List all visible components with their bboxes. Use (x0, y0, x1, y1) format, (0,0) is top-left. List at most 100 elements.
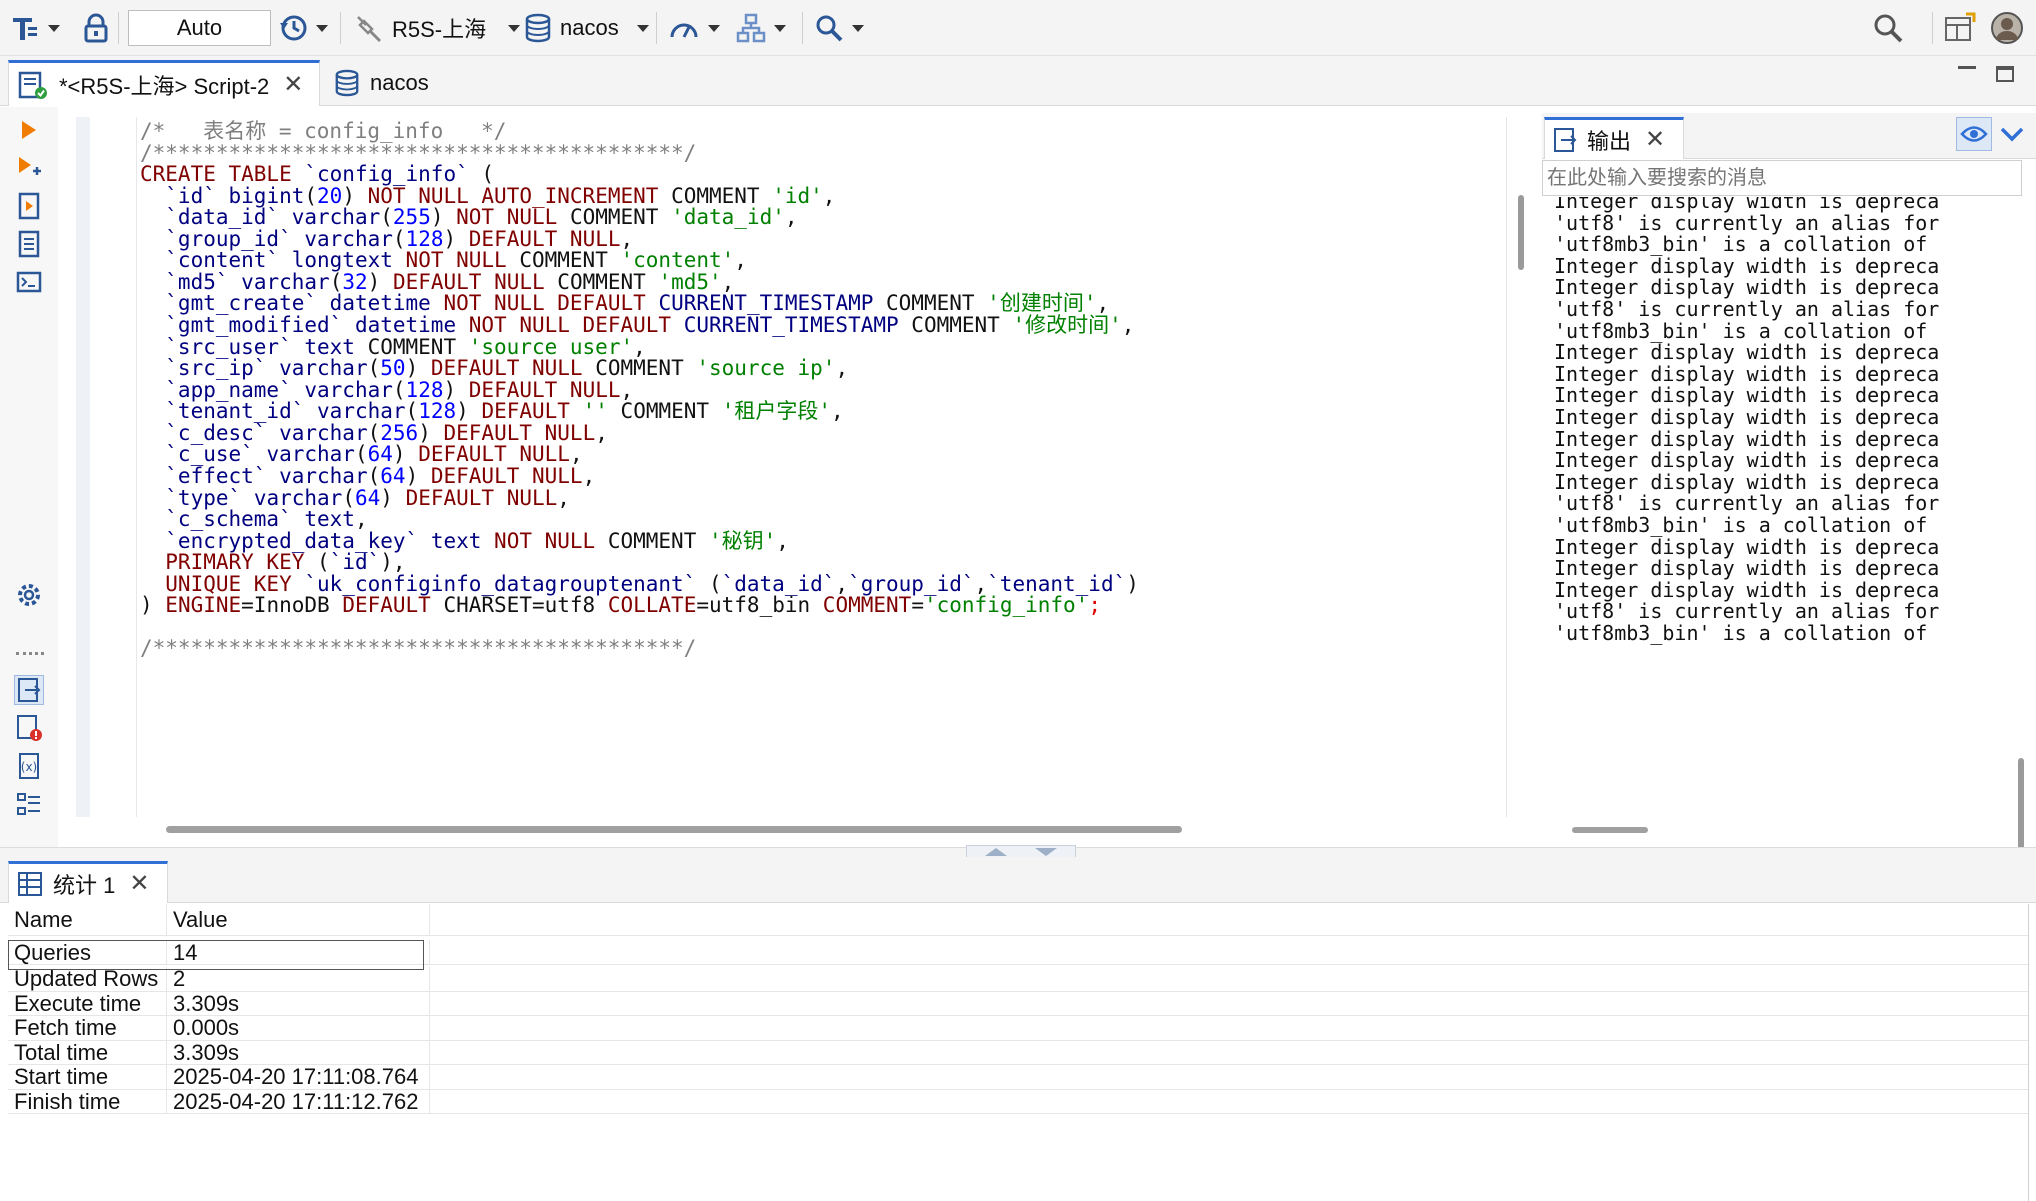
more-dots-icon[interactable] (16, 652, 44, 656)
tab-output[interactable]: 输出 ✕ (1544, 117, 1684, 159)
execute-statement-button[interactable] (14, 115, 44, 145)
execute-in-new-tab-button[interactable] (14, 153, 44, 183)
code-token: 'config_info' (923, 593, 1089, 618)
close-icon[interactable]: ✕ (283, 70, 303, 99)
database-selector[interactable]: nacos (524, 0, 649, 56)
row-name-cell[interactable]: Execute time (8, 991, 167, 1016)
show-output-button[interactable] (14, 675, 44, 705)
table-row[interactable]: Total time 3.309s (8, 1040, 2028, 1065)
output-log: Integer display width is depreca'utf8' i… (1554, 197, 2009, 927)
column-header-value[interactable]: Value (167, 904, 430, 936)
editor-horizontal-scrollbar[interactable] (166, 826, 1182, 833)
code-token: DEFAULT (342, 593, 431, 618)
collapse-up-icon[interactable] (985, 848, 1007, 856)
code-token: '租户字段' (721, 399, 831, 424)
show-log-button[interactable] (14, 713, 44, 743)
code-token: ) (1126, 571, 1139, 596)
svg-text:(x): (x) (21, 760, 37, 774)
database-label: nacos (560, 15, 619, 40)
row-name-cell[interactable]: Total time (8, 1040, 167, 1065)
row-name-cell[interactable]: Queries (8, 940, 167, 965)
close-icon[interactable]: ✕ (129, 869, 149, 898)
row-name-cell[interactable]: Start time (8, 1064, 167, 1090)
terminal-icon (16, 271, 42, 293)
user-avatar[interactable] (1990, 0, 2024, 56)
editor-margin-line (136, 117, 137, 817)
row-value-cell[interactable]: 2025-04-20 17:11:08.764 (167, 1064, 430, 1090)
grid-table-icon (18, 871, 42, 896)
row-name-cell[interactable]: Fetch time (8, 1015, 167, 1041)
code-token: , (557, 485, 570, 510)
global-search-icon (1874, 14, 1903, 43)
sql-format-icon (13, 18, 37, 40)
execute-script-button[interactable] (14, 191, 44, 221)
column-header-name[interactable]: Name (8, 904, 167, 936)
row-value-cell[interactable]: 3.309s (167, 991, 430, 1016)
code-token: COMMENT (822, 593, 912, 618)
play-new-tab-icon (19, 157, 41, 175)
output-search-input[interactable] (1542, 160, 2022, 196)
code-token: COMMENT (595, 528, 709, 553)
minimize-button[interactable] (1958, 66, 1976, 69)
transaction-mode-selector[interactable]: Auto (128, 10, 271, 46)
row-name-cell[interactable]: Finish time (8, 1089, 167, 1114)
toolbar-separator (802, 12, 803, 44)
network-button[interactable] (736, 0, 786, 56)
code-token: COMMENT (607, 399, 722, 424)
code-token: COMMENT (898, 313, 1013, 338)
connection-selector[interactable]: R5S-上海 (354, 0, 521, 56)
search-button[interactable] (814, 0, 864, 56)
output-menu-button[interactable] (1998, 123, 2028, 147)
row-value-cell[interactable]: 2 (167, 966, 430, 992)
maximize-button[interactable] (1996, 66, 2014, 82)
sql-editor[interactable]: /* 表名称 = config_info *//****************… (58, 117, 1508, 817)
chevron-down-icon (316, 24, 328, 32)
tab-script-2[interactable]: *<R5S-上海> Script-2 ✕ (8, 60, 320, 106)
global-search-button[interactable] (1872, 0, 1904, 56)
execute-script-new-tab-button[interactable] (14, 229, 44, 259)
variables-button[interactable]: (x) (14, 751, 44, 781)
dashboard-gauge-icon (670, 23, 698, 38)
table-row[interactable]: Execute time 3.309s (8, 991, 2028, 1016)
editor-tab-bar: *<R5S-上海> Script-2 ✕ nacos (0, 56, 2036, 106)
code-token: CURRENT_TIMESTAMP (683, 313, 899, 338)
table-row[interactable]: Finish time 2025-04-20 17:11:12.762 (8, 1089, 2028, 1114)
outline-button[interactable] (14, 789, 44, 819)
code-token: =utf8_bin (696, 593, 823, 618)
history-button[interactable] (278, 0, 328, 56)
results-border (2028, 904, 2029, 1201)
explain-plan-button[interactable] (14, 267, 44, 297)
tab-label: *<R5S-上海> Script-2 (59, 73, 270, 99)
table-row[interactable]: Updated Rows 2 (8, 966, 2028, 992)
play-icon (22, 121, 36, 139)
row-value-cell[interactable]: 2025-04-20 17:11:12.762 (167, 1089, 430, 1114)
sql-script-icon (18, 71, 47, 99)
editor-vertical-scrollbar[interactable] (1518, 195, 1524, 270)
tab-nacos[interactable]: nacos (328, 60, 448, 106)
table-row[interactable]: Queries 14 (8, 940, 2028, 965)
table-row[interactable]: Fetch time 0.000s (8, 1015, 2028, 1041)
code-token: , (822, 183, 836, 208)
toggle-watch-button[interactable] (1956, 117, 1992, 151)
dashboard-button[interactable] (668, 0, 720, 56)
table-row[interactable]: Start time 2025-04-20 17:11:08.764 (8, 1064, 2028, 1090)
code-token: DEFAULT NULL (405, 485, 558, 510)
row-value-cell[interactable]: 14 (167, 940, 430, 965)
grid-header-row: Name Value (8, 904, 2028, 936)
database-icon (335, 69, 359, 97)
layout-button[interactable] (1944, 0, 1976, 56)
row-value-cell[interactable]: 3.309s (167, 1040, 430, 1065)
chevron-down-icon (2000, 127, 2024, 142)
tab-statistics[interactable]: 统计 1 ✕ (8, 861, 168, 903)
sql-format-button[interactable] (10, 0, 60, 56)
row-value-cell[interactable]: 0.000s (167, 1015, 430, 1041)
code-line: ) ENGINE=InnoDB DEFAULT CHARSET=utf8 COL… (140, 591, 1101, 619)
lock-button[interactable] (82, 0, 110, 56)
code-token: NOT NULL (494, 528, 596, 553)
expand-down-icon[interactable] (1035, 848, 1057, 856)
close-icon[interactable]: ✕ (1645, 125, 1665, 154)
settings-button[interactable] (14, 580, 44, 610)
code-token: 'data_id' (671, 205, 785, 230)
row-name-cell[interactable]: Updated Rows (8, 966, 167, 992)
output-horizontal-scrollbar[interactable] (1572, 827, 1648, 833)
